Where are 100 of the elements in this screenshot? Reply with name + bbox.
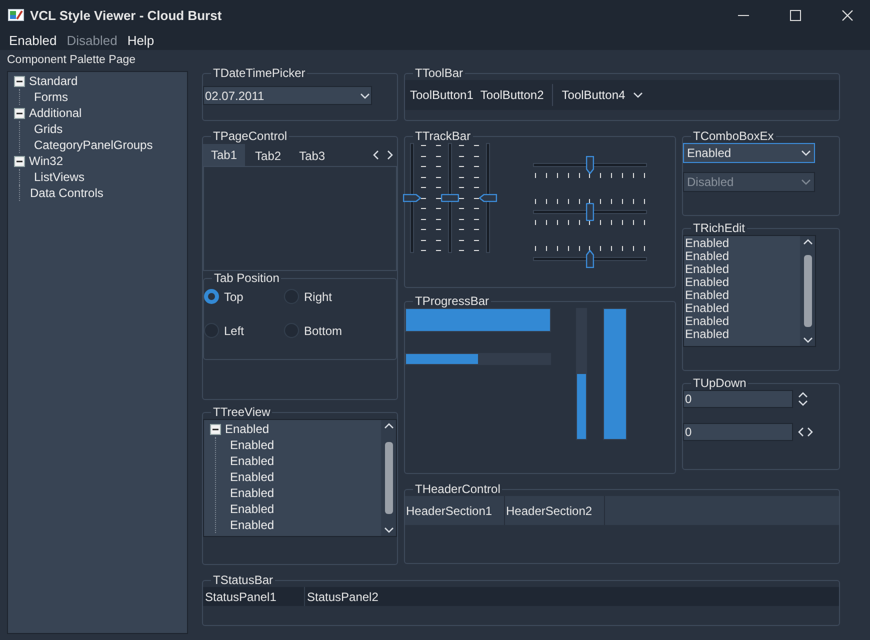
chevron-left-icon[interactable] [373,150,379,160]
text-line: Enabled [685,328,730,341]
header-section[interactable]: HeaderSection2 [505,496,605,525]
tree-item[interactable]: Enabled [230,454,274,468]
tab[interactable]: Tab1 [203,144,246,166]
tree-item[interactable]: Standard [29,74,78,88]
tool-button[interactable]: ToolButton1 [409,83,480,107]
text-line: Enabled [685,263,730,276]
text-line: Enabled [685,250,730,263]
slider[interactable] [533,156,647,174]
tree-item[interactable]: Enabled [230,486,274,500]
number-field[interactable]: 0 [683,390,793,408]
group-title: TRichEdit [692,221,746,235]
tree-item[interactable]: Additional [29,106,82,120]
tree-item[interactable]: CategoryPanelGroups [34,138,153,152]
panel-title: Component Palette Page [7,53,137,68]
slider-thumb[interactable] [479,194,497,202]
combo-box[interactable]: Enabled [683,143,815,163]
text-line: Enabled [685,315,730,328]
radio-label: Right [304,290,332,304]
tree-item[interactable]: Enabled [230,518,274,532]
tree-item[interactable]: Forms [34,90,68,104]
maximize-icon [790,10,800,20]
chevron-down-icon [802,337,812,343]
slider-thumb[interactable] [586,203,594,221]
group-title: TUpDown [692,376,748,390]
slider-thumb[interactable] [586,156,594,174]
chevron-up-icon[interactable] [798,392,808,398]
slider[interactable] [441,143,459,253]
scroll-thumb[interactable] [804,255,812,327]
tab[interactable]: Tab2 [247,146,290,166]
number-field[interactable]: 0 [683,423,793,441]
menu-item[interactable]: Enabled [4,32,62,48]
close-icon [842,10,852,20]
status-text: StatusPanel2 [307,590,378,604]
group-title: TStatusBar [212,573,274,587]
group-title: TComboBoxEx [692,129,775,143]
tree-item[interactable]: Grids [34,122,63,136]
chevron-left-icon[interactable] [798,427,804,437]
field-value: 0 [685,425,692,439]
tree-item[interactable]: Data Controls [30,186,104,200]
radio-button[interactable] [284,289,299,304]
collapse-icon[interactable] [14,156,25,166]
group-title: TToolBar [414,66,464,80]
chevron-up-icon [384,423,394,429]
tree-item[interactable]: Enabled [230,470,274,484]
status-text: StatusPanel1 [205,590,276,604]
chevron-down-icon [633,92,644,98]
tree-item[interactable]: Enabled [225,422,270,436]
group-title: TProgressBar [414,294,490,308]
text-line: Enabled [685,237,730,250]
slider[interactable] [479,143,497,253]
tree-item[interactable]: Win32 [29,154,64,168]
text-line: Enabled [685,276,730,289]
date-field[interactable]: 02.07.2011 [203,86,372,105]
tree-item[interactable]: Enabled [230,438,274,452]
group-title: TTreeView [212,405,272,419]
slider[interactable] [533,250,647,268]
scroll-thumb[interactable] [384,442,392,514]
text-line: Enabled [685,302,730,315]
radio-button[interactable] [284,323,299,338]
slider[interactable] [403,143,421,253]
collapse-icon[interactable] [210,424,221,434]
group-title: TDateTimePicker [212,66,306,80]
slider-thumb[interactable] [403,194,421,202]
radio-button[interactable] [204,289,219,304]
tool-button[interactable]: ToolButton2 [479,83,550,107]
menu-item[interactable]: Help [122,32,160,48]
collapse-icon[interactable] [14,108,25,118]
chevron-right-icon[interactable] [807,427,813,437]
field-value: 0 [685,392,692,406]
scrollbar[interactable] [381,420,396,536]
chevron-right-icon[interactable] [387,150,393,160]
chevron-down-icon [801,150,811,156]
group-title: THeaderControl [414,482,502,496]
tree-item[interactable]: Enabled [230,502,274,516]
slider-thumb[interactable] [586,250,594,268]
group-title: TPageControl [212,129,288,143]
slider[interactable] [533,203,647,221]
window-title: VCL Style Viewer - Cloud Burst [30,8,223,22]
field-value: Disabled [687,175,734,189]
tab[interactable]: Tab3 [291,146,334,166]
tree-item[interactable]: ListViews [34,170,84,184]
chevron-down-icon [801,179,811,185]
dropdown-button[interactable]: ToolButton4 [560,83,650,107]
radio-label: Bottom [304,324,342,338]
radio-label: Left [224,324,244,338]
radio-button[interactable] [204,323,219,338]
chevron-down-icon[interactable] [798,400,808,406]
collapse-icon[interactable] [14,76,25,86]
field-value: 02.07.2011 [205,88,264,102]
slider-thumb[interactable] [441,194,459,202]
group-title: TTrackBar [414,129,472,143]
text-area[interactable]: Enabled Enabled Enabled Enabled Enabled Enabled Enabled Enabled [683,235,816,347]
header-section[interactable]: HeaderSection1 [405,496,505,525]
scrollbar[interactable] [800,236,815,346]
app-icon [8,8,24,22]
chevron-down-icon [384,527,394,533]
radio-label: Top [224,290,244,304]
field-value: Enabled [687,146,732,160]
